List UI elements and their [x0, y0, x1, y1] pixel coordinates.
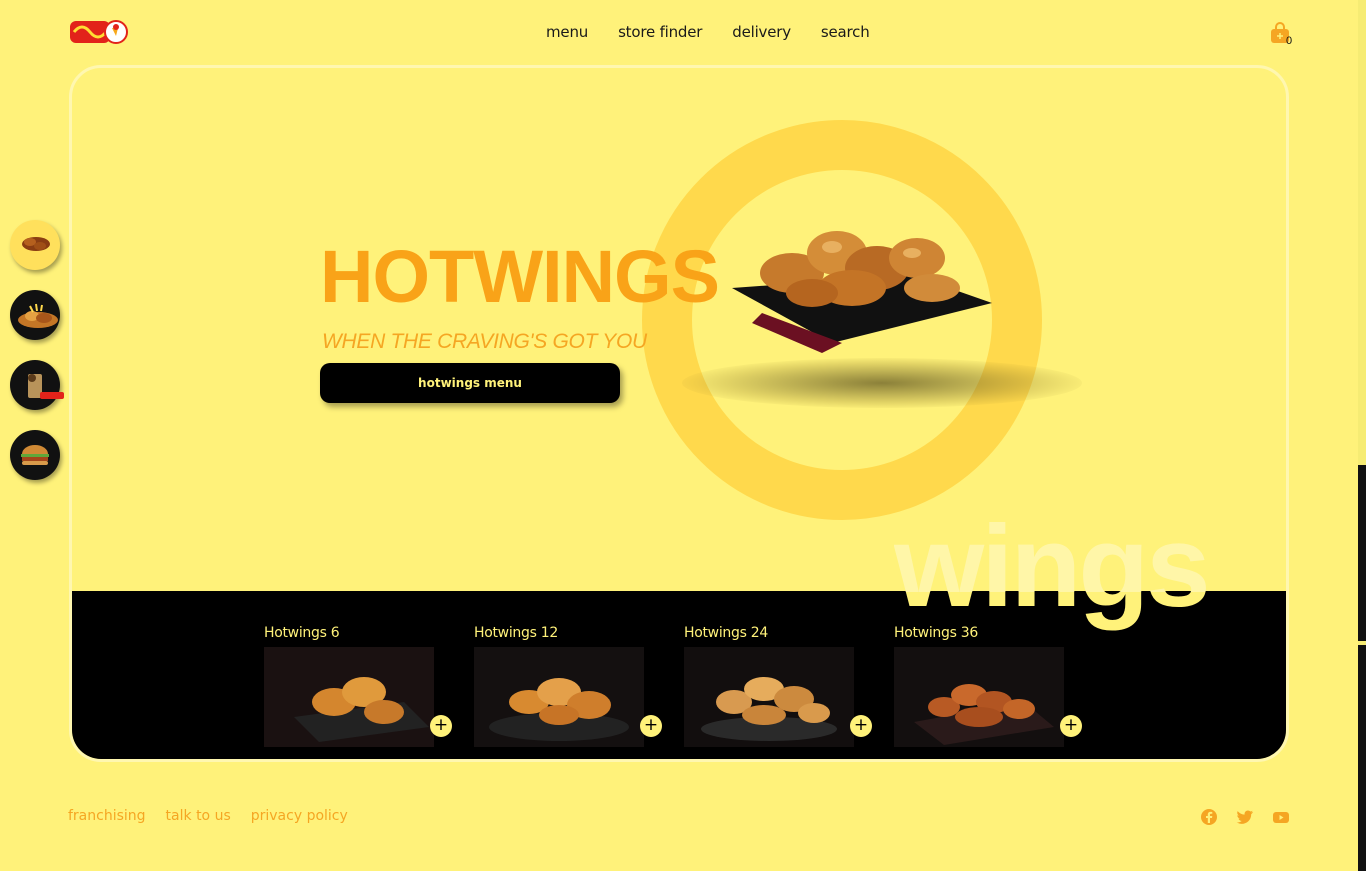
category-platters[interactable] [10, 290, 60, 340]
product-name: Hotwings 6 [264, 625, 340, 641]
page-scrollbar-thumb-lower[interactable] [1358, 645, 1366, 871]
wings-icon [22, 237, 50, 251]
product-image: + [684, 647, 874, 747]
product-image: + [894, 647, 1084, 747]
product-name: Hotwings 24 [684, 625, 768, 641]
platter-icon [18, 303, 58, 328]
nav-delivery[interactable]: delivery [732, 23, 791, 41]
nav-search[interactable]: search [821, 23, 870, 41]
footer-links: franchising talk to us privacy policy [68, 808, 348, 824]
nav-menu[interactable]: menu [546, 23, 588, 41]
product-card[interactable]: Hotwings 12 + [474, 625, 666, 747]
footer-link-privacy-policy[interactable]: privacy policy [251, 808, 348, 824]
nav-store-finder[interactable]: store finder [618, 23, 702, 41]
product-name: Hotwings 12 [474, 625, 558, 641]
drink-icon [28, 374, 64, 399]
twitter-icon[interactable] [1236, 808, 1254, 826]
category-drinks[interactable] [10, 360, 64, 410]
product-card[interactable]: Hotwings 6 + [264, 625, 456, 747]
category-burgers[interactable] [10, 430, 60, 480]
page-scrollbar-thumb[interactable] [1358, 465, 1366, 641]
product-image: + [264, 647, 454, 747]
burger-icon [21, 445, 49, 465]
social-links [1200, 808, 1290, 826]
hotwings-plate-image [732, 231, 992, 353]
hero-title: HOTWINGS [320, 235, 720, 318]
hero-plate-shadow [682, 358, 1082, 408]
facebook-icon[interactable] [1200, 808, 1218, 826]
product-name: Hotwings 36 [894, 625, 978, 641]
category-rail [10, 220, 64, 480]
main-nav: menu store finder delivery search [546, 23, 870, 41]
add-to-cart-button[interactable]: + [1060, 715, 1082, 737]
hotwings-menu-button[interactable]: hotwings menu [320, 363, 620, 403]
cart-count: 0 [1286, 35, 1293, 47]
footer-link-talk-to-us[interactable]: talk to us [166, 808, 231, 824]
product-image: + [474, 647, 664, 747]
hero-card: HOTWINGS WHEN THE CRAVING'S GOT YOU hotw… [69, 65, 1289, 762]
footer-link-franchising[interactable]: franchising [68, 808, 146, 824]
product-list: Hotwings 6 + Hotwings 12 + Hotwings 24 +… [264, 625, 1086, 747]
add-to-cart-button[interactable]: + [430, 715, 452, 737]
hero-subtitle: WHEN THE CRAVING'S GOT YOU [322, 330, 647, 353]
add-to-cart-button[interactable]: + [640, 715, 662, 737]
background-word-overlay: wings [894, 508, 1211, 592]
add-to-cart-button[interactable]: + [850, 715, 872, 737]
youtube-icon[interactable] [1272, 808, 1290, 826]
brand-logo[interactable] [70, 18, 128, 46]
product-card[interactable]: Hotwings 36 + [894, 625, 1086, 747]
product-card[interactable]: Hotwings 24 + [684, 625, 876, 747]
category-wings[interactable] [10, 220, 60, 270]
background-word-top: wings [894, 508, 1214, 592]
